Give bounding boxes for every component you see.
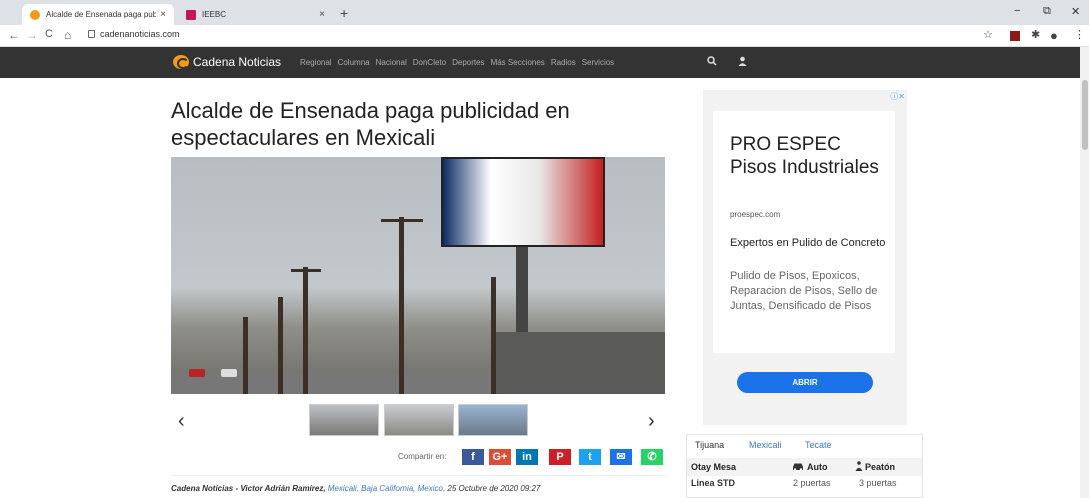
address-bar: ← → C ⌂ cadenanoticias.com ☆ ✱ ● ⋮ bbox=[0, 25, 1089, 47]
tab-title: IEEBC bbox=[202, 10, 227, 19]
reload-button[interactable]: C bbox=[45, 28, 53, 40]
advertisement[interactable]: ⓘ✕ PRO ESPEC Pisos Industriales proespec… bbox=[703, 90, 907, 425]
ad-card[interactable]: PRO ESPEC Pisos Industriales proespec.co… bbox=[713, 111, 895, 353]
ad-subtitle: Expertos en Pulido de Concreto bbox=[730, 237, 886, 249]
bookmark-star-icon[interactable]: ☆ bbox=[983, 28, 993, 41]
close-tab-icon[interactable]: × bbox=[160, 9, 166, 20]
utility-pole bbox=[491, 277, 496, 394]
byline-place[interactable]: Mexicali, Baja California, Mexico, bbox=[328, 484, 445, 493]
site-logo[interactable]: Cadena Noticias bbox=[193, 55, 281, 69]
border-wait-widget: Tijuana Mexicali Tecate Otay Mesa Auto P… bbox=[686, 434, 923, 498]
billboard-image bbox=[441, 157, 605, 247]
menu-item-radios[interactable]: Radios bbox=[551, 58, 576, 67]
menu-item-deportes[interactable]: Deportes bbox=[452, 58, 484, 67]
browser-tab[interactable]: IEEBC × bbox=[178, 4, 333, 25]
menu-item-doncleto[interactable]: DonCleto bbox=[413, 58, 446, 67]
utility-pole bbox=[278, 297, 283, 394]
gallery-thumbnail[interactable] bbox=[309, 404, 379, 436]
favicon-icon bbox=[186, 9, 196, 20]
carousel-next-button[interactable]: › bbox=[648, 410, 655, 433]
extension-icon[interactable] bbox=[1010, 31, 1020, 41]
tab-title: Alcalde de Ensenada paga public bbox=[46, 10, 157, 19]
share-linkedin-button[interactable]: in bbox=[516, 449, 538, 465]
road bbox=[171, 372, 491, 394]
lock-icon bbox=[88, 30, 95, 38]
ad-open-button[interactable]: ABRIR bbox=[737, 372, 873, 393]
share-email-button[interactable]: ✉ bbox=[610, 449, 632, 465]
logo-icon[interactable] bbox=[173, 55, 189, 69]
share-facebook-button[interactable]: f bbox=[462, 449, 484, 465]
user-icon[interactable] bbox=[738, 56, 747, 69]
row-peaton-value: 3 puertas bbox=[859, 478, 897, 488]
car bbox=[221, 369, 237, 377]
utility-pole bbox=[399, 217, 404, 394]
byline-date: 25 Octubre de 2020 09:27 bbox=[447, 484, 541, 493]
menu-more-icon[interactable]: ⋮ bbox=[1074, 28, 1085, 41]
close-window-button[interactable]: ✕ bbox=[1071, 5, 1080, 18]
tab-tecate[interactable]: Tecate bbox=[805, 440, 832, 450]
utility-pole bbox=[243, 317, 248, 394]
menu-item-regional[interactable]: Regional bbox=[300, 58, 332, 67]
profile-icon[interactable]: ● bbox=[1050, 28, 1058, 43]
search-icon[interactable] bbox=[707, 56, 717, 69]
minimize-button[interactable]: − bbox=[1014, 5, 1020, 17]
favicon-icon bbox=[30, 9, 40, 20]
carousel-prev-button[interactable]: ‹ bbox=[178, 410, 185, 433]
browser-tab-active[interactable]: Alcalde de Ensenada paga public × bbox=[22, 4, 174, 25]
ad-title[interactable]: PRO ESPEC Pisos Industriales bbox=[730, 133, 890, 179]
byline-author: Cadena Noticias - Victor Adrián Ramírez, bbox=[171, 484, 326, 493]
main-menu: Regional Columna Nacional DonCleto Depor… bbox=[300, 58, 614, 67]
tab-tijuana[interactable]: Tijuana bbox=[695, 440, 724, 450]
share-twitter-button[interactable]: t bbox=[579, 449, 601, 465]
gallery-thumbnail[interactable] bbox=[384, 404, 454, 436]
url-field[interactable]: cadenanoticias.com bbox=[100, 29, 180, 39]
gallery-thumbnail[interactable] bbox=[458, 404, 528, 436]
forward-button[interactable]: → bbox=[26, 28, 38, 42]
col-crossing: Otay Mesa bbox=[691, 462, 737, 472]
site-navbar: Cadena Noticias Regional Columna Naciona… bbox=[0, 47, 1089, 78]
col-auto: Auto bbox=[807, 462, 828, 472]
new-tab-button[interactable]: + bbox=[340, 5, 348, 21]
col-peaton: Peatón bbox=[865, 462, 896, 472]
home-button[interactable]: ⌂ bbox=[64, 28, 71, 42]
extensions-puzzle-icon[interactable]: ✱ bbox=[1031, 28, 1040, 41]
wall bbox=[491, 332, 665, 394]
back-button[interactable]: ← bbox=[8, 28, 20, 42]
utility-pole bbox=[303, 267, 308, 394]
menu-item-nacional[interactable]: Nacional bbox=[376, 58, 407, 67]
border-table-header: Otay Mesa Auto Peatón bbox=[687, 458, 922, 476]
scrollbar-thumb[interactable] bbox=[1082, 80, 1088, 150]
pole-crossbar bbox=[381, 219, 423, 222]
share-label: Compartir en: bbox=[398, 452, 447, 461]
share-whatsapp-button[interactable]: ✆ bbox=[641, 449, 663, 465]
pedestrian-icon bbox=[855, 461, 863, 473]
car bbox=[189, 369, 205, 377]
city-tabs: Tijuana Mexicali Tecate bbox=[687, 435, 922, 457]
row-auto-value: 2 puertas bbox=[793, 478, 831, 488]
ad-choices-icon[interactable]: ⓘ✕ bbox=[890, 91, 905, 102]
browser-tab-bar: Alcalde de Ensenada paga public × IEEBC … bbox=[0, 0, 1089, 25]
article-photo[interactable] bbox=[171, 157, 665, 394]
share-googleplus-button[interactable]: G+ bbox=[489, 449, 511, 465]
maximize-button[interactable]: ⧉ bbox=[1043, 5, 1051, 18]
divider bbox=[171, 475, 665, 476]
pole-crossbar bbox=[291, 269, 321, 272]
article-headline: Alcalde de Ensenada paga publicidad en e… bbox=[171, 98, 570, 150]
ad-domain[interactable]: proespec.com bbox=[730, 210, 780, 219]
tab-mexicali[interactable]: Mexicali bbox=[749, 440, 782, 450]
menu-item-servicios[interactable]: Servicios bbox=[582, 58, 614, 67]
ad-body: Pulido de Pisos, Epoxicos, Reparacion de… bbox=[730, 270, 878, 312]
row-crossing-name: Linea STD bbox=[691, 478, 736, 488]
article-byline: Cadena Noticias - Victor Adrián Ramírez,… bbox=[171, 484, 540, 493]
share-pinterest-button[interactable]: P bbox=[549, 449, 571, 465]
menu-item-mas-secciones[interactable]: Más Secciones bbox=[491, 58, 545, 67]
close-tab-icon[interactable]: × bbox=[319, 9, 325, 20]
car-icon bbox=[792, 461, 804, 473]
menu-item-columna[interactable]: Columna bbox=[338, 58, 370, 67]
